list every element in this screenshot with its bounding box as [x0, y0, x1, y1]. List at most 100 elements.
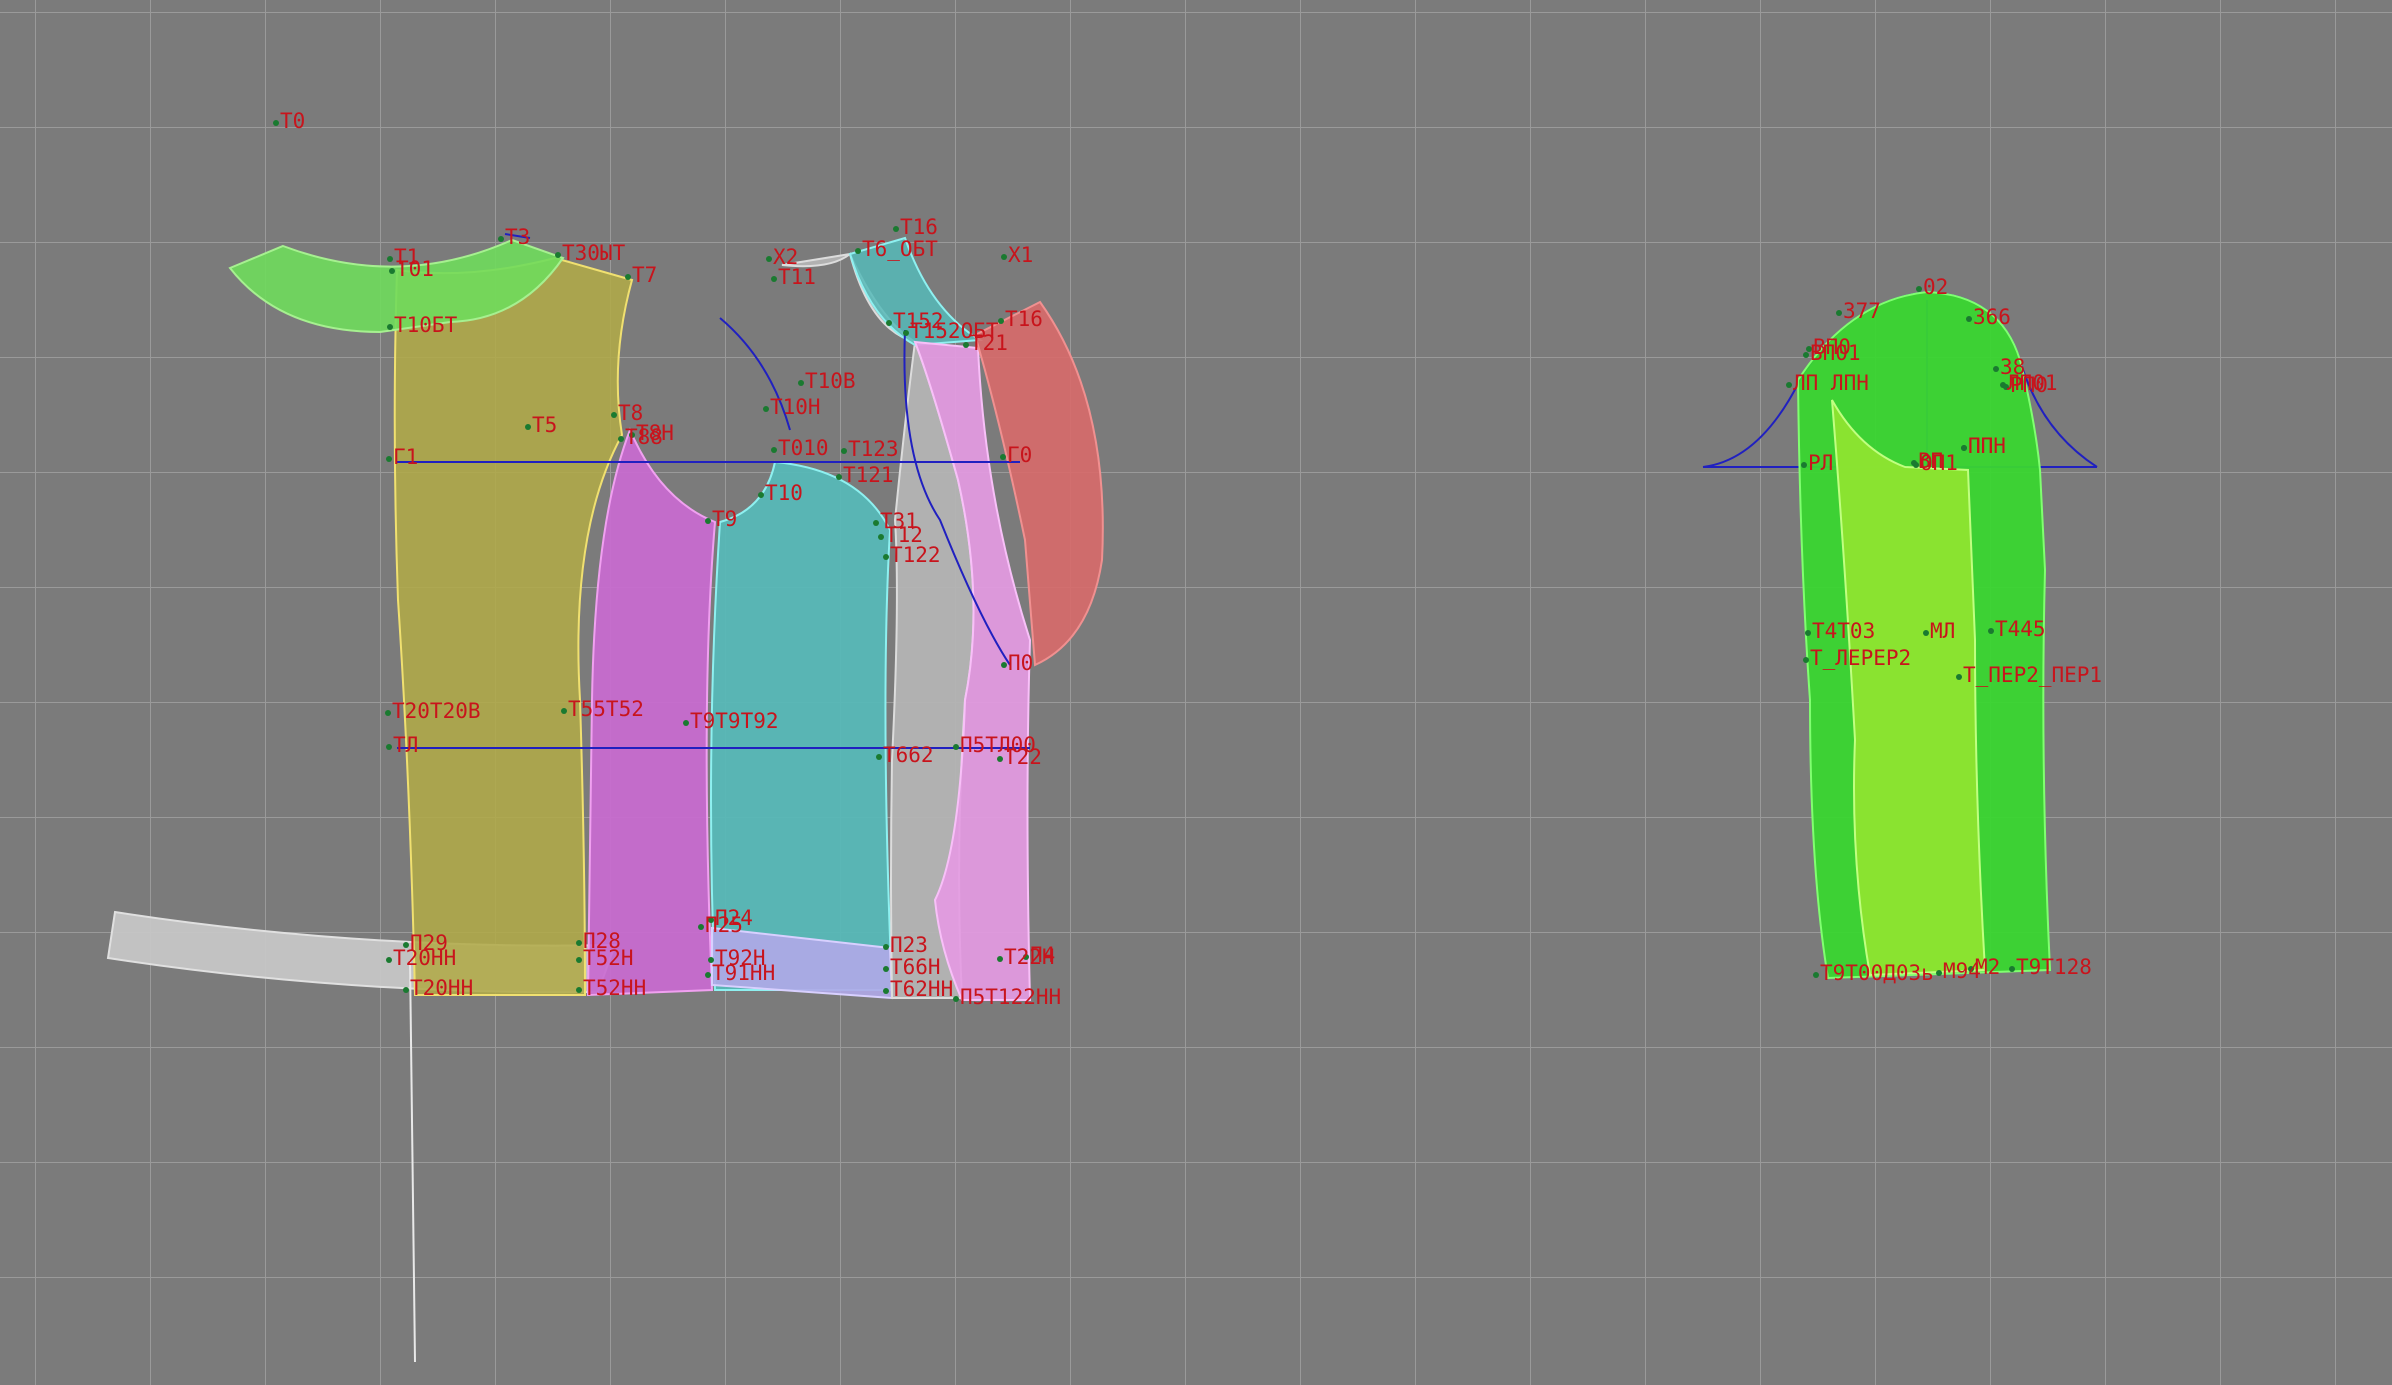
dot-icon[interactable] — [698, 924, 704, 930]
point-label[interactable]: П23 — [890, 933, 928, 957]
dot-icon[interactable] — [883, 988, 889, 994]
point-label[interactable]: 366 — [1973, 305, 2011, 329]
point-label[interactable]: TЛ — [393, 733, 418, 757]
point-label[interactable]: T10В — [805, 369, 856, 393]
dot-icon[interactable] — [1836, 310, 1842, 316]
point-label[interactable]: T66Н — [890, 955, 941, 979]
dot-icon[interactable] — [555, 252, 561, 258]
dot-icon[interactable] — [561, 708, 567, 714]
dot-icon[interactable] — [1803, 657, 1809, 663]
dot-icon[interactable] — [705, 518, 711, 524]
dot-icon[interactable] — [576, 987, 582, 993]
dot-icon[interactable] — [1001, 662, 1007, 668]
dot-icon[interactable] — [873, 520, 879, 526]
point-label[interactable]: T10Н — [770, 395, 821, 419]
dot-icon[interactable] — [1988, 628, 1994, 634]
point-label[interactable]: T662 — [883, 743, 934, 767]
point-label[interactable]: T22 — [1004, 745, 1042, 769]
point-label[interactable]: РП0 — [2010, 373, 2048, 397]
point-label[interactable]: МЛ — [1930, 619, 1955, 643]
point-label[interactable]: T20НН — [410, 976, 473, 1000]
dot-icon[interactable] — [387, 256, 393, 262]
dot-icon[interactable] — [1961, 445, 1967, 451]
point-label[interactable]: Г0 — [1007, 443, 1032, 467]
cad-drawing[interactable]: T0T1T01T3T30ЫТT7T10БТT5 T8T8НT88Г1T20T20В… — [0, 0, 2392, 1385]
dot-icon[interactable] — [1923, 630, 1929, 636]
point-label[interactable]: П4 — [1030, 943, 1055, 967]
point-label[interactable]: 377 — [1843, 299, 1881, 323]
point-label[interactable]: T16 — [1005, 307, 1043, 331]
point-label[interactable]: T9T9T92 — [690, 709, 779, 733]
dot-icon[interactable] — [998, 318, 1004, 324]
dot-icon[interactable] — [403, 987, 409, 993]
dot-icon[interactable] — [855, 248, 861, 254]
point-label[interactable]: T010 — [778, 436, 829, 460]
point-label[interactable]: Г1 — [393, 445, 418, 469]
dot-icon[interactable] — [771, 276, 777, 282]
dot-icon[interactable] — [798, 380, 804, 386]
point-label[interactable]: T6_ОБТ — [862, 237, 938, 261]
point-label[interactable]: T88 — [625, 425, 663, 449]
pattern-canvas[interactable]: T0 T1 T01 T3 T30ЫТ T7 T10БТ T5 T8 T8Н T88 Г1 T20T20В… — [0, 0, 2392, 1385]
dot-icon[interactable] — [841, 448, 847, 454]
dot-icon[interactable] — [886, 320, 892, 326]
dot-icon[interactable] — [1001, 254, 1007, 260]
point-label[interactable]: ОП1 — [1920, 451, 1958, 475]
dot-icon[interactable] — [1936, 970, 1942, 976]
point-label[interactable]: T01 — [396, 257, 434, 281]
dot-icon[interactable] — [1956, 674, 1962, 680]
dot-icon[interactable] — [1000, 454, 1006, 460]
dot-icon[interactable] — [1805, 630, 1811, 636]
dot-icon[interactable] — [273, 120, 279, 126]
point-label[interactable]: T16 — [900, 215, 938, 239]
point-label[interactable]: ПП — [1968, 434, 1993, 458]
point-label[interactable]: T52НН — [583, 976, 646, 1000]
dot-icon[interactable] — [883, 966, 889, 972]
dot-icon[interactable] — [498, 236, 504, 242]
point-label[interactable]: T10 — [765, 481, 803, 505]
dot-icon[interactable] — [893, 226, 899, 232]
dot-icon[interactable] — [953, 744, 959, 750]
point-label[interactable]: М2 — [1975, 955, 2000, 979]
dot-icon[interactable] — [883, 944, 889, 950]
point-label[interactable]: T4Т03 — [1812, 619, 1875, 643]
point-label[interactable]: T445 — [1995, 617, 2046, 641]
dot-icon[interactable] — [953, 996, 959, 1002]
dot-icon[interactable] — [766, 256, 772, 262]
dot-icon[interactable] — [1801, 462, 1807, 468]
point-label[interactable]: T62НН — [890, 977, 953, 1001]
point-label[interactable]: Х1 — [1008, 243, 1033, 267]
point-label[interactable]: T9 — [712, 507, 737, 531]
point-label[interactable]: T11 — [778, 265, 816, 289]
dot-icon[interactable] — [1916, 286, 1922, 292]
point-label[interactable]: 02 — [1923, 275, 1948, 299]
point-label[interactable]: ЛП ЛПН — [1793, 371, 1869, 395]
point-label[interactable]: Т_ЛЕРЕР2 — [1810, 646, 1911, 670]
dot-icon[interactable] — [2009, 966, 2015, 972]
point-label[interactable]: ВП01 — [1810, 341, 1861, 365]
dot-icon[interactable] — [1966, 316, 1972, 322]
dot-icon[interactable] — [705, 972, 711, 978]
dot-icon[interactable] — [771, 447, 777, 453]
point-label[interactable]: T7 — [632, 263, 657, 287]
dot-icon[interactable] — [387, 324, 393, 330]
dot-icon[interactable] — [625, 274, 631, 280]
point-label[interactable]: П0 — [1008, 651, 1033, 675]
point-label[interactable]: T20НН — [393, 946, 456, 970]
dot-icon[interactable] — [758, 492, 764, 498]
point-label[interactable]: T10БТ — [394, 313, 458, 337]
point-label[interactable]: Т9T00Д03ь — [1820, 961, 1934, 985]
dot-icon[interactable] — [997, 956, 1003, 962]
dot-icon[interactable] — [1813, 972, 1819, 978]
point-label[interactable]: T20T20В — [392, 699, 481, 723]
point-label[interactable]: П24 — [715, 906, 753, 930]
point-label[interactable]: Т9Т128 — [2016, 955, 2092, 979]
dot-icon[interactable] — [836, 474, 842, 480]
point-label[interactable]: T3 — [505, 225, 530, 249]
dot-icon[interactable] — [576, 957, 582, 963]
point-label[interactable]: T123 — [848, 437, 899, 461]
point-label[interactable]: T21 — [970, 331, 1008, 355]
dot-icon[interactable] — [1803, 352, 1809, 358]
point-label[interactable]: T55T52 — [568, 697, 644, 721]
point-label[interactable]: T121 — [843, 463, 894, 487]
